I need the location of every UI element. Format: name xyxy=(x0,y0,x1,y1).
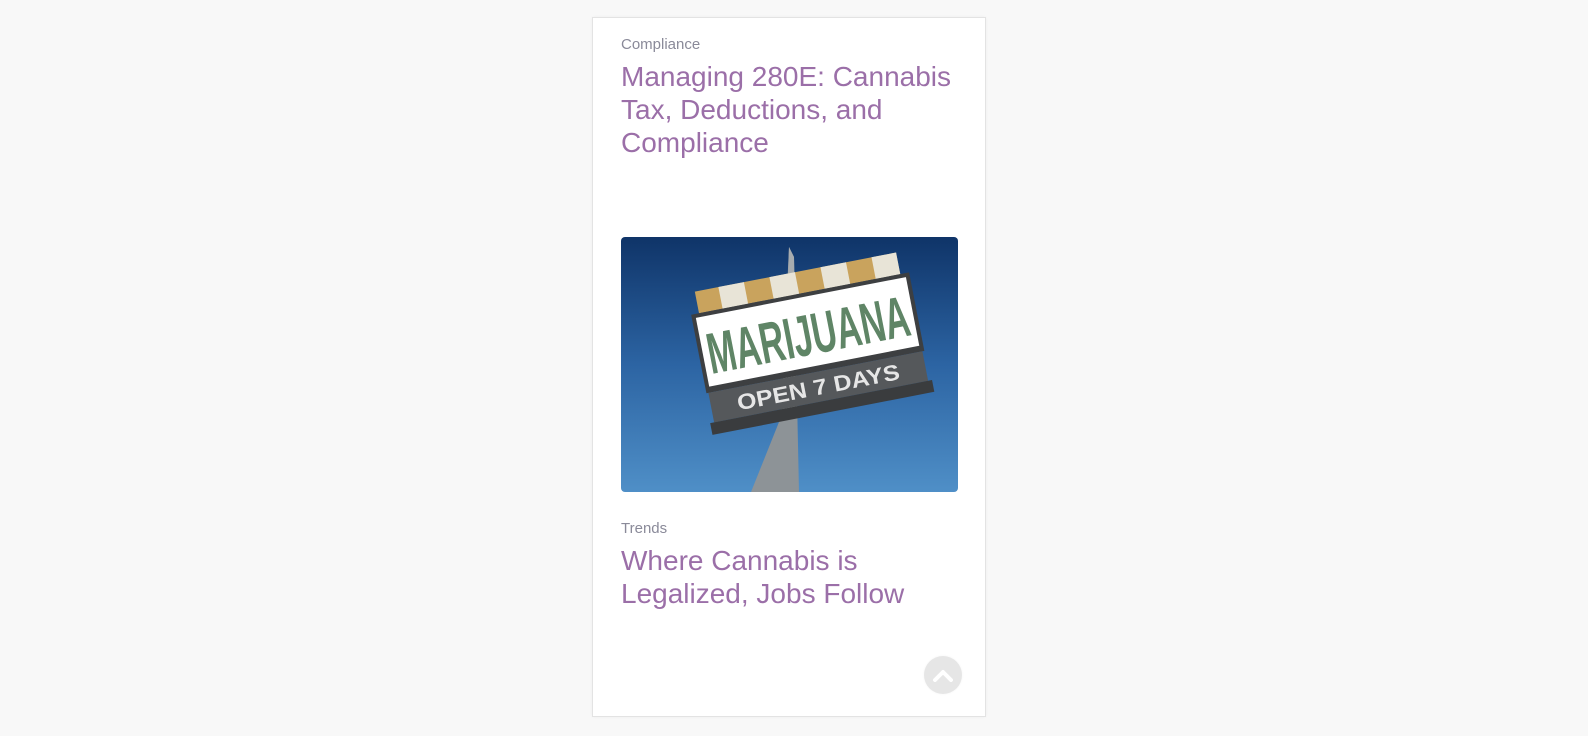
article-list-panel: Compliance Managing 280E: Cannabis Tax, … xyxy=(592,17,986,717)
chevron-up-icon xyxy=(933,670,953,682)
article-category[interactable]: Compliance xyxy=(621,36,961,54)
article-thumbnail-image[interactable]: MARIJUANA OPEN 7 DAYS xyxy=(621,237,958,492)
article-card-trends[interactable]: Trends Where Cannabis is Legalized, Jobs… xyxy=(621,520,961,610)
article-title-link[interactable]: Where Cannabis is Legalized, Jobs Follow xyxy=(621,544,961,610)
scroll-to-top-button[interactable] xyxy=(924,656,962,694)
article-category[interactable]: Trends xyxy=(621,520,961,538)
article-card-compliance[interactable]: Compliance Managing 280E: Cannabis Tax, … xyxy=(621,36,961,159)
article-title-link[interactable]: Managing 280E: Cannabis Tax, Deductions,… xyxy=(621,60,961,159)
